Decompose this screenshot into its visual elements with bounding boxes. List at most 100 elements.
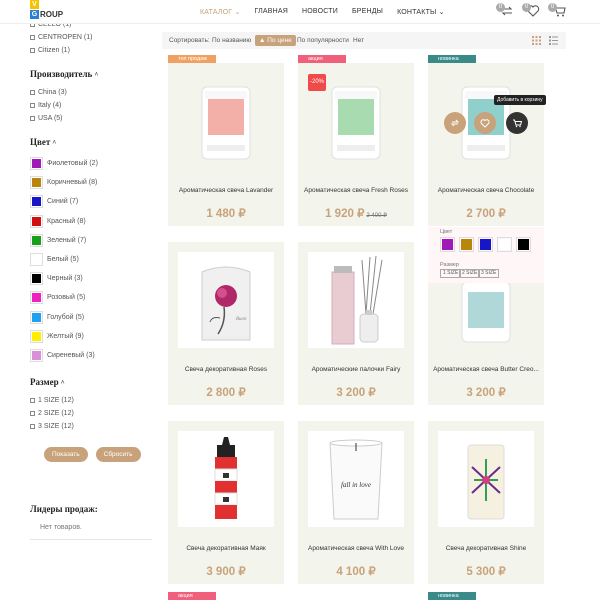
checkbox[interactable] [30,398,35,404]
cart-button[interactable]: 0 [548,3,568,20]
color-filter-option[interactable]: Красный (8) [30,212,155,231]
color-swatch[interactable] [30,176,43,190]
site-logo[interactable]: V G ROUP [30,0,72,22]
sort-by-price[interactable]: ▲ По цене [255,35,296,46]
color-filter-option[interactable]: Белый (5) [30,250,155,269]
product-name[interactable]: Ароматическая свеча Chocolate [428,187,544,194]
product-name[interactable]: Ароматическая свеча Lavander [168,187,284,194]
color-swatch[interactable] [30,291,43,305]
color-filter-option[interactable]: Синий (7) [30,192,155,211]
candle-glass-image: fall in love [329,439,383,520]
color-swatch[interactable] [30,348,43,362]
view-switcher [532,36,558,45]
product-image[interactable] [178,431,274,527]
show-button[interactable]: Показать [44,447,88,463]
color-swatch[interactable] [30,272,43,286]
product-image[interactable] [438,431,534,527]
product-image[interactable] [178,73,274,169]
color-swatch[interactable] [30,253,43,267]
color-title[interactable]: Цвет ^ [30,137,155,147]
product-name[interactable]: Свеча декоративная Roses [168,366,284,373]
color-filter-option[interactable]: Розовый (5) [30,288,155,307]
product-price: 3 200 ₽ [336,387,376,399]
filter-option[interactable]: 3 SIZE (12) [30,420,155,433]
product-name[interactable]: Ароматические палочки Fairy [298,366,414,373]
color-filter-option[interactable]: Зеленый (7) [30,231,155,250]
filter-option[interactable]: Citizen (1) [30,44,155,57]
manufacturer-title[interactable]: Производитель ^ [30,69,155,79]
checkbox[interactable] [30,411,35,417]
color-swatch[interactable] [30,157,43,171]
color-swatch[interactable] [30,233,43,247]
checkbox[interactable] [30,424,35,430]
nav-home[interactable]: ГЛАВНАЯ [255,8,289,16]
product-name[interactable]: Ароматическая свеча With Love [298,545,414,552]
filter-label: USA (5) [38,115,63,122]
add-to-cart-button[interactable] [506,112,528,134]
wishlist-action-button[interactable] [474,112,496,134]
nav-catalog[interactable]: КАТАЛОГ ⌄ [200,8,241,16]
color-filter-option[interactable]: Черный (3) [30,269,155,288]
chevron-up-icon: ^ [52,139,57,147]
option-size-3[interactable]: 3 SIZE [478,269,500,278]
option-color-blue[interactable] [478,237,493,252]
compare-action-button[interactable] [444,112,466,134]
option-color-brown[interactable] [459,237,474,252]
product-image[interactable] [308,252,404,348]
filter-option[interactable]: USA (5) [30,112,155,125]
wishlist-button[interactable]: 0 [522,3,542,20]
checkbox[interactable] [30,90,35,95]
option-color-white[interactable] [497,237,512,252]
checkbox[interactable] [30,35,35,40]
nav-brands[interactable]: БРЕНДЫ [352,8,383,16]
nav-news[interactable]: НОВОСТИ [302,8,338,16]
compare-button[interactable]: 0 [496,3,516,20]
ribbon-new: новинка [428,55,476,63]
reset-button[interactable]: Сбросить [95,447,141,463]
filter-option[interactable]: Italy (4) [30,99,155,112]
color-filter-option[interactable]: Желтый (9) [30,327,155,346]
sort-by-popularity[interactable]: По популярности [297,37,349,44]
filter-option[interactable]: 1 SIZE (12) [30,394,155,407]
color-swatch-fill [32,216,41,226]
filter-option[interactable]: 2 SIZE (12) [30,407,155,420]
option-color-purple[interactable] [440,237,455,252]
product-image[interactable]: fall in love [308,431,404,527]
product-image[interactable]: Buon [178,252,274,348]
color-filter-option[interactable]: Сиреневый (3) [30,346,155,365]
product-card[interactable]: Свеча декоративная Shine 5 300 ₽ [428,421,544,584]
nav-contacts[interactable]: КОНТАКТЫ ⌄ [397,8,445,16]
color-swatch[interactable] [30,195,43,209]
size-title[interactable]: Размер ^ [30,377,155,387]
option-color-black[interactable] [516,237,531,252]
color-swatch[interactable] [30,214,43,228]
color-filter-option[interactable]: Коричневый (8) [30,173,155,192]
product-card[interactable]: Свеча декоративная Маяк 3 900 ₽ [168,421,284,584]
product-card[interactable]: Buon Свеча декоративная Roses 2 800 ₽ [168,242,284,405]
list-view-icon[interactable] [549,36,558,45]
color-filter-option[interactable]: Фиолетовый (2) [30,154,155,173]
checkbox[interactable] [30,116,35,121]
color-filter-option[interactable]: Голубой (5) [30,308,155,327]
color-swatch[interactable] [30,329,43,343]
filter-option[interactable]: CENTROPEN (1) [30,31,155,44]
checkbox[interactable] [30,103,35,108]
product-card[interactable]: новинка Добавить в корзину Ароматическая… [428,55,546,226]
product-card[interactable]: топ продаж Ароматическая свеча Lavander … [168,55,284,226]
color-swatch[interactable] [30,310,43,324]
sort-none[interactable]: Нет [353,37,364,44]
sort-by-name[interactable]: По названию [212,37,251,44]
grid-view-icon[interactable] [532,36,541,45]
option-size-label: Размер [440,262,459,268]
product-card[interactable]: Ароматические палочки Fairy 3 200 ₽ [298,242,414,405]
color-swatch-fill [32,159,41,169]
product-card[interactable]: акция -20% Ароматическая свеча Fresh Ros… [298,55,414,226]
product-name[interactable]: Свеча декоративная Shine [428,545,544,552]
product-name[interactable]: Ароматическая свеча Fresh Roses [298,187,414,194]
filter-option[interactable]: China (3) [30,86,155,99]
checkbox[interactable] [30,48,35,53]
color-label: Черный (3) [47,275,83,283]
product-name[interactable]: Ароматическая свеча Butter Creo... [428,366,544,373]
product-name[interactable]: Свеча декоративная Маяк [168,545,284,552]
product-card[interactable]: fall in love Ароматическая свеча With Lo… [298,421,414,584]
